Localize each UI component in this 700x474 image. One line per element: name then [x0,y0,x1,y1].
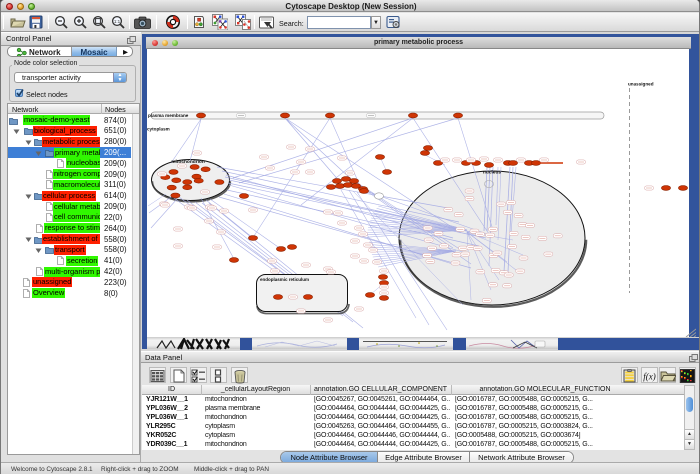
svg-text:unassigned: unassigned [628,82,654,87]
svg-text:nucleus: nucleus [483,170,501,176]
svg-text:1:1: 1:1 [114,19,121,24]
svg-text:endoplasmic reticulum: endoplasmic reticulum [260,277,309,282]
svg-text:plasma membrane: plasma membrane [148,113,189,118]
svg-text:mitochondrion: mitochondrion [171,159,205,165]
svg-text:cytoplasm: cytoplasm [147,127,170,132]
svg-text:f(x): f(x) [643,372,656,382]
